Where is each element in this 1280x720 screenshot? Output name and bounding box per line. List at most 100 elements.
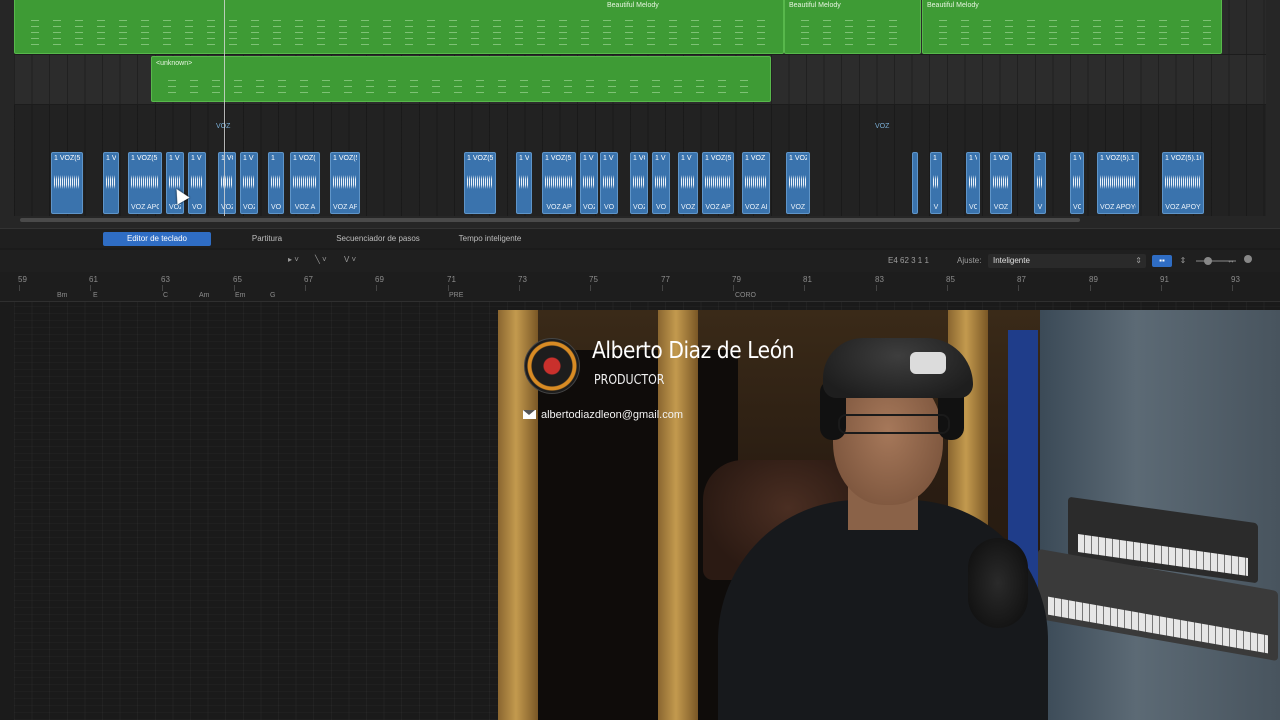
bar-tick bbox=[519, 285, 520, 291]
marker-label: VOZ bbox=[875, 123, 890, 130]
waveform bbox=[583, 175, 595, 189]
audio-region[interactable]: 1 VOZ(VOZ A bbox=[290, 152, 320, 214]
audio-region[interactable]: 1 V VO bbox=[966, 152, 980, 214]
tab-step-sequencer[interactable]: Secuenciador de pasos bbox=[326, 232, 430, 246]
midi-region[interactable]: Beautiful Melody bbox=[784, 0, 921, 54]
tab-smart-tempo[interactable]: Tempo inteligente bbox=[450, 232, 530, 246]
tab-score[interactable]: Partitura bbox=[240, 232, 294, 246]
bar-number: 71 bbox=[447, 275, 456, 284]
audio-region[interactable]: 1 V bbox=[103, 152, 119, 214]
bar-number: 59 bbox=[18, 275, 27, 284]
audio-region[interactable]: 1 VOZ(5 VOZ AP bbox=[330, 152, 360, 214]
bar-ruler[interactable]: 59 61 63 65 67 69 71 73 75 77 79 81 83 85 87 89 91 93 Bm E C… bbox=[0, 272, 1280, 302]
audio-region[interactable]: 1 VOZ(5 bbox=[464, 152, 496, 214]
audio-region[interactable]: 1 VOZ bbox=[268, 152, 284, 214]
audio-region-name: 1 VOZ(5 bbox=[705, 155, 731, 162]
bar-number: 81 bbox=[803, 275, 812, 284]
bar-number: 73 bbox=[518, 275, 527, 284]
audio-region-name: 1 VOZ(5 bbox=[333, 155, 357, 162]
audio-region-take: VO bbox=[655, 204, 667, 211]
midi-region[interactable]: Beautiful Melody bbox=[922, 0, 1222, 54]
pencil-tool-menu[interactable]: ╲ ˅ bbox=[315, 255, 327, 264]
catch-button[interactable]: ▪▪ bbox=[1152, 255, 1172, 267]
audio-region-take: VOZ bbox=[681, 204, 695, 211]
snap-select[interactable]: Inteligente ⇕ bbox=[988, 254, 1146, 268]
playhead[interactable] bbox=[224, 0, 225, 216]
audio-region[interactable]: 1 V bbox=[516, 152, 532, 214]
waveform bbox=[54, 175, 80, 189]
audio-region-take: VOZ AP bbox=[333, 204, 357, 211]
region-label: Beautiful Melody bbox=[927, 2, 979, 9]
region-label: <unknown> bbox=[156, 60, 193, 67]
midi-region[interactable]: <unknown> bbox=[151, 56, 771, 102]
audio-region[interactable]: 1 V VOZ bbox=[580, 152, 598, 214]
audio-region-take: VOZ bbox=[169, 204, 181, 211]
audio-region-take: VO bbox=[969, 204, 977, 211]
audio-region-name: 1 VO bbox=[993, 155, 1009, 162]
audio-region[interactable]: 1 VOZ(5 VOZ AP bbox=[542, 152, 576, 214]
bar-number: 79 bbox=[732, 275, 741, 284]
audio-region[interactable]: 1 V VOZ bbox=[678, 152, 698, 214]
audio-region[interactable]: 1 VOZ(5).1 VOZ APOYO bbox=[1097, 152, 1139, 214]
audio-region[interactable]: 1 V VOZ bbox=[240, 152, 258, 214]
waveform bbox=[293, 175, 317, 189]
audio-region[interactable]: 1 V VO bbox=[1070, 152, 1084, 214]
waveform bbox=[655, 175, 667, 189]
midi-region[interactable]: Beautiful Melody bbox=[14, 0, 784, 54]
waveform bbox=[745, 175, 767, 189]
audio-region[interactable]: 1 V VO bbox=[188, 152, 206, 214]
audio-region-name: 1 V bbox=[603, 155, 614, 162]
audio-region[interactable]: 1V bbox=[1034, 152, 1046, 214]
zoom-thumb[interactable] bbox=[1242, 255, 1254, 267]
audio-region[interactable]: 1 V VO bbox=[652, 152, 670, 214]
waveform bbox=[933, 175, 939, 189]
webcam-overlay: Alberto Diaz de León PRODUCTOR albertodi… bbox=[498, 310, 1280, 720]
waveform bbox=[705, 175, 731, 189]
updown-icon[interactable]: ⇕ bbox=[1178, 255, 1188, 267]
audio-region-take: VOZ AP bbox=[546, 204, 572, 211]
audio-region[interactable]: 1 VO VOZ bbox=[990, 152, 1012, 214]
pointer-tool-menu[interactable]: ▸ ˅ bbox=[288, 255, 299, 264]
bar-tick bbox=[448, 285, 449, 291]
audio-region-take: VOZ APOY bbox=[1165, 204, 1201, 211]
waveform bbox=[467, 175, 493, 189]
audio-region-take: VOZ APOYO bbox=[1100, 204, 1136, 211]
audio-region[interactable]: 1 bbox=[912, 152, 918, 214]
audio-region[interactable]: 1 VOZ(5 bbox=[51, 152, 83, 214]
audio-region-name: 1 VOZ bbox=[789, 155, 807, 162]
audio-region[interactable]: 1 VOZ VOZ AP bbox=[742, 152, 770, 214]
position-readout: E4 62 3 1 1 bbox=[888, 256, 929, 265]
region-label: Beautiful Melody bbox=[789, 2, 841, 9]
expand-icon[interactable]: ↔ bbox=[1226, 255, 1236, 267]
section-marker: PRE bbox=[449, 292, 464, 299]
audio-region[interactable]: 1 VOZ(5).16 VOZ APOY bbox=[1162, 152, 1204, 214]
editor-toolbar: ▸ ˅ ╲ ˅ V ˅ E4 62 3 1 1 Ajuste: Intelige… bbox=[0, 250, 1280, 272]
audio-region-name: 1 VOZ(5).1 bbox=[1100, 155, 1135, 162]
tab-piano-roll[interactable]: Editor de teclado bbox=[103, 232, 211, 246]
audio-region-take: VO bbox=[603, 204, 615, 211]
email-text: albertodiazdleon@gmail.com bbox=[541, 409, 684, 421]
horizontal-scrollbar[interactable] bbox=[20, 218, 1080, 222]
waveform bbox=[519, 175, 529, 189]
waveform bbox=[633, 175, 645, 189]
audio-region[interactable]: 1 V VO bbox=[600, 152, 618, 214]
audio-region[interactable]: 1 V V bbox=[930, 152, 942, 214]
bar-number: 63 bbox=[161, 275, 170, 284]
audio-region[interactable]: 1 VOZ(5 VOZ AP bbox=[702, 152, 734, 214]
audio-region-take: V bbox=[933, 204, 939, 211]
audio-region[interactable]: 1 VOZ(5 VOZ APO bbox=[128, 152, 162, 214]
editor-tabs: Editor de teclado Partitura Secuenciador… bbox=[0, 228, 1280, 248]
audio-region[interactable]: 1 VOZ VOZ bbox=[786, 152, 810, 214]
audio-region-take: VOZ AP bbox=[705, 204, 731, 211]
bar-number: 89 bbox=[1089, 275, 1098, 284]
audio-region-name: 1 V bbox=[1073, 155, 1081, 162]
chord-label: Bm bbox=[57, 292, 68, 299]
audio-region[interactable]: 1 VO VOZ bbox=[218, 152, 236, 214]
audio-region[interactable]: 1 V VOZ bbox=[166, 152, 184, 214]
chord-label: G bbox=[270, 292, 276, 299]
audio-region[interactable]: 1 VO VOZ bbox=[630, 152, 648, 214]
waveform bbox=[993, 175, 1009, 189]
bar-number: 91 bbox=[1160, 275, 1169, 284]
waveform bbox=[789, 175, 807, 189]
velocity-tool-menu[interactable]: V ˅ bbox=[344, 255, 356, 264]
